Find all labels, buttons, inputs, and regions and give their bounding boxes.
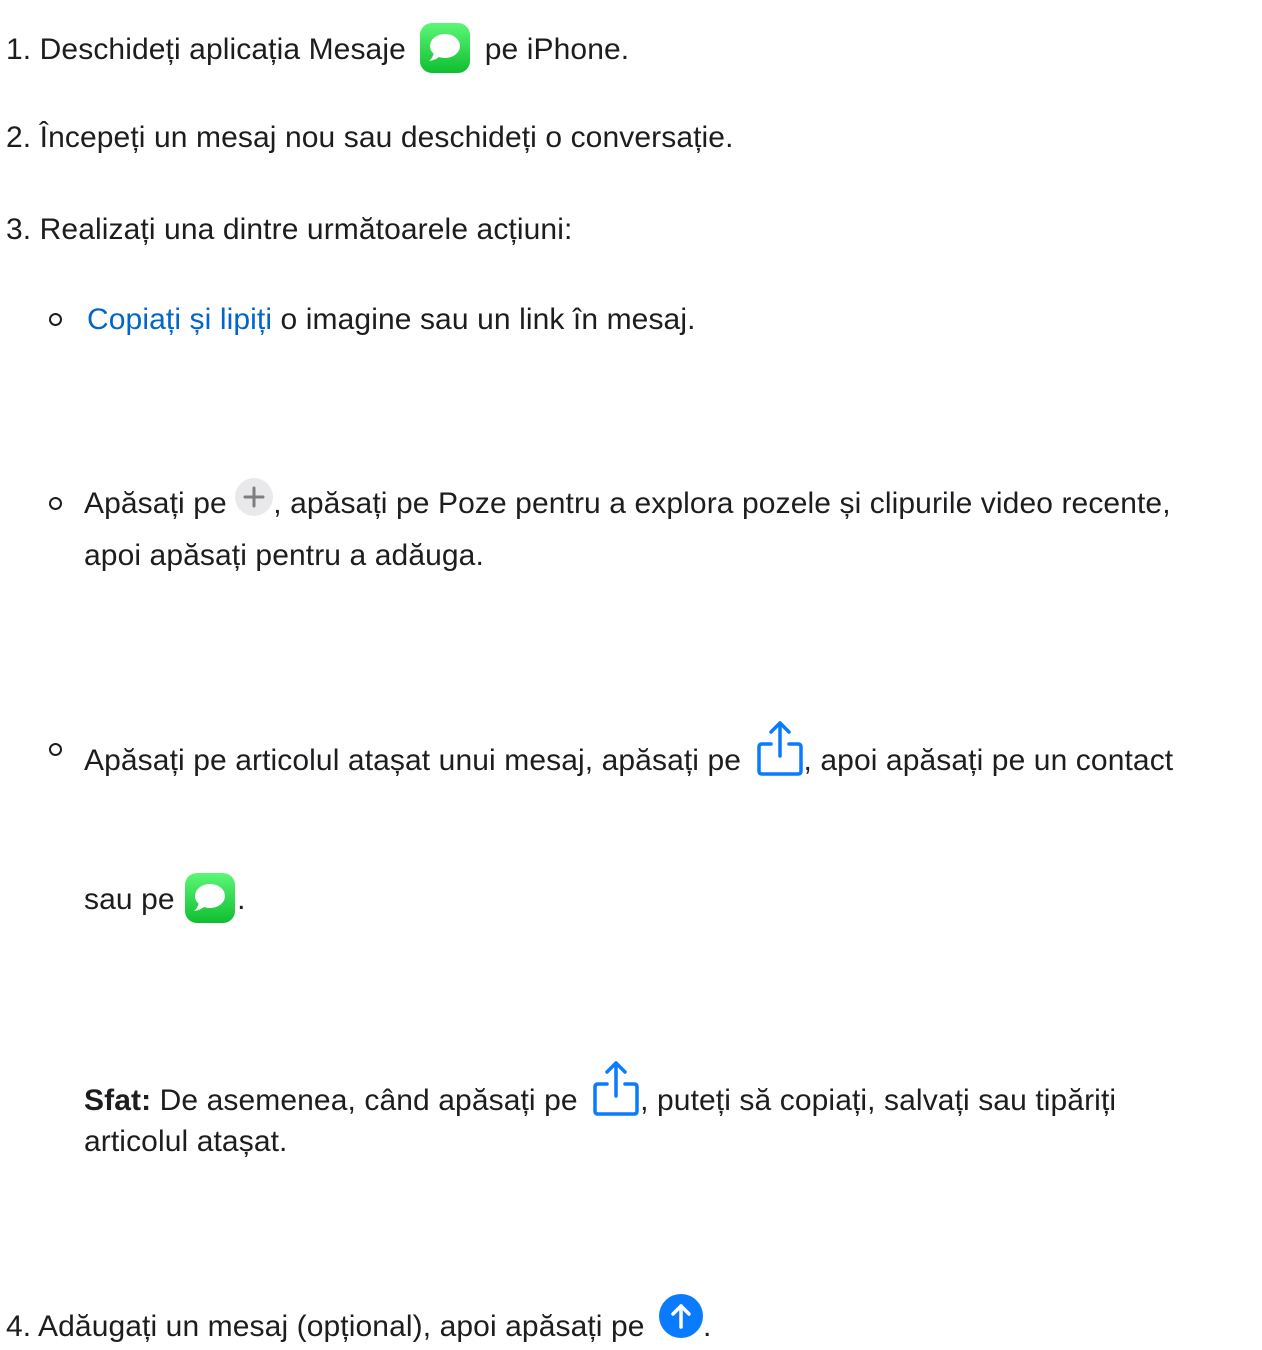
step-text: Realizați una dintre următoarele acțiuni… bbox=[39, 213, 573, 246]
bullet-copy bbox=[49, 313, 62, 326]
tip-text-2: articolul atașat. bbox=[84, 1125, 288, 1158]
tip-line1: Sfat: De asemenea, când apăsați pe , put… bbox=[84, 1061, 1116, 1117]
bullet-share bbox=[49, 743, 62, 756]
action-photos-text: Apăsați pe bbox=[84, 487, 227, 520]
action-photos-line2: apoi apăsați pentru a adăuga. bbox=[84, 536, 484, 576]
action-share-text: Apăsați pe articolul atașat unui mesaj, … bbox=[84, 743, 742, 777]
step-1: 1. Deschideți aplicația Mesaje pe iPhone… bbox=[6, 23, 630, 73]
action-share-text-end: , apoi apăsați pe un contact bbox=[803, 743, 1174, 777]
action-share-text-2-end: . bbox=[237, 882, 246, 916]
action-copy-text: o imagine sau un link în mesaj. bbox=[280, 303, 696, 336]
share-icon bbox=[592, 1056, 640, 1120]
step-text-end: pe iPhone. bbox=[484, 32, 630, 66]
action-share-text-2: sau pe bbox=[84, 882, 175, 916]
action-photos-text-2: apoi apăsați pentru a adăuga. bbox=[84, 539, 484, 572]
bullet-photos bbox=[49, 497, 62, 510]
action-photos-line1: Apăsați pe , apăsați pe Poze pentru a ex… bbox=[84, 478, 1171, 524]
action-photos-text-end: , apăsați pe Poze pentru a explora pozel… bbox=[273, 487, 1171, 520]
step-number: 2. bbox=[6, 121, 32, 154]
step-text: Adăugați un mesaj (opțional), apoi apăsa… bbox=[38, 1309, 645, 1343]
step-number: 1. bbox=[6, 32, 32, 66]
step-number: 3. bbox=[6, 213, 32, 246]
action-share-line1: Apăsați pe articolul atașat unui mesaj, … bbox=[84, 721, 1173, 777]
step-number: 4. bbox=[6, 1309, 32, 1343]
step-text-end: . bbox=[703, 1309, 712, 1343]
plus-icon bbox=[235, 478, 274, 517]
tip-text: De asemenea, când apăsați pe bbox=[159, 1083, 578, 1117]
copy-paste-link[interactable]: Copiați și lipiți bbox=[87, 303, 272, 336]
step-text: Deschideți aplicația Mesaje bbox=[39, 32, 406, 66]
step-2: 2. Începeți un mesaj nou sau deschideți … bbox=[6, 118, 734, 158]
tip-label: Sfat: bbox=[84, 1083, 152, 1117]
action-share-line2: sau pe . bbox=[84, 873, 246, 923]
tip-text-end: , puteți să copiați, salvați sau tipăriț… bbox=[640, 1083, 1117, 1117]
share-icon bbox=[756, 716, 804, 780]
messages-app-icon bbox=[420, 23, 471, 73]
messages-app-icon bbox=[185, 873, 236, 923]
action-copy: Copiați și lipiți o imagine sau un link … bbox=[87, 300, 696, 340]
send-arrow-icon bbox=[659, 1294, 704, 1338]
step-4: 4. Adăugați un mesaj (opțional), apoi ap… bbox=[6, 1294, 712, 1346]
tip-line2: articolul atașat. bbox=[84, 1122, 287, 1162]
step-3: 3. Realizați una dintre următoarele acți… bbox=[6, 210, 572, 250]
step-text: Începeți un mesaj nou sau deschideți o c… bbox=[39, 121, 734, 154]
